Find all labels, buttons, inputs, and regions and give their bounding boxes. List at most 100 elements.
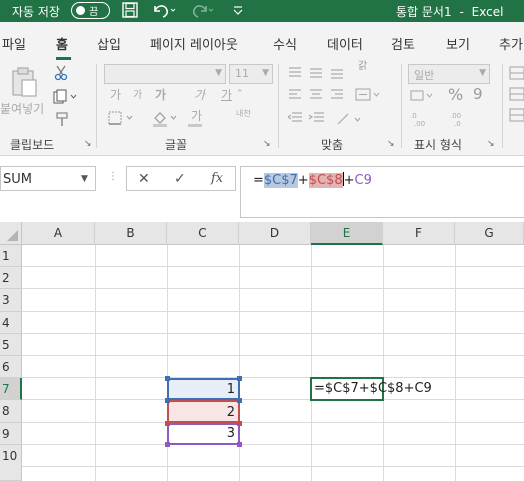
tab-data[interactable]: 데이터 (327, 34, 363, 53)
cell-c8[interactable]: 2 (167, 400, 240, 423)
alignment-launcher-icon[interactable]: ↘ (387, 139, 395, 149)
column-header-f[interactable]: F (383, 222, 455, 245)
increase-decimal-icon[interactable]: .0.00.00.0 (409, 111, 479, 132)
row-header-6[interactable]: 6 (0, 356, 22, 378)
tab-page-layout[interactable]: 페이지 레이아웃 (150, 34, 238, 53)
column-header-d[interactable]: D (239, 222, 311, 245)
cancel-icon[interactable]: ✕ (138, 171, 150, 187)
merge-center-icon[interactable] (355, 87, 383, 106)
cell-c9[interactable]: 3 (167, 423, 240, 445)
worksheet-grid: A B C D E F G 1 2 3 4 5 6 7 8 9 10 1 2 3… (0, 222, 524, 481)
grow-font-button[interactable]: 가 (110, 89, 121, 101)
ribbon: 붙여넣기 클립보드 ↘ ▼ 11 ▼ 가 가 가 가 가 ⌃ 가 내천 글꼴 ↘… (0, 60, 524, 156)
customize-icon[interactable] (232, 1, 244, 23)
grid-line (22, 377, 524, 378)
tab-view[interactable]: 보기 (446, 34, 470, 53)
tab-formulas[interactable]: 수식 (273, 34, 297, 53)
grid-line (22, 466, 524, 467)
range-handle[interactable] (165, 398, 170, 403)
borders-icon[interactable] (107, 110, 135, 129)
name-box[interactable]: SUM ▼ (0, 166, 96, 191)
grid-line (22, 288, 524, 289)
autosave-toggle[interactable]: 끔 (71, 2, 110, 19)
range-handle[interactable] (165, 376, 170, 381)
comma-style-icon[interactable]: 9 (473, 87, 483, 102)
toggle-knob (76, 5, 85, 15)
bold-button[interactable]: 가 (155, 89, 166, 101)
drag-handle-icon[interactable]: ⋮ (108, 171, 118, 182)
column-header-g[interactable]: G (455, 222, 524, 245)
row-header-4[interactable]: 4 (0, 312, 22, 334)
enter-icon[interactable]: ✓ (174, 171, 186, 187)
cell-c7[interactable]: 1 (167, 378, 240, 400)
row-header-1[interactable]: 1 (0, 245, 22, 267)
conditional-format-icon[interactable] (509, 66, 524, 129)
window-title: 통합 문서1 - Excel (396, 3, 503, 20)
number-launcher-icon[interactable]: ↘ (487, 139, 495, 149)
paste-icon[interactable] (10, 66, 40, 101)
range-handle[interactable] (237, 376, 242, 381)
clipboard-launcher-icon[interactable]: ↘ (84, 139, 92, 149)
shrink-font-button[interactable]: 가 (133, 91, 142, 101)
clipboard-group-label: 클립보드 (10, 138, 55, 152)
insert-function-icon[interactable]: fx (211, 171, 223, 186)
column-header-b[interactable]: B (95, 222, 167, 245)
ribbon-separator (502, 64, 503, 148)
percent-icon[interactable]: % (448, 87, 463, 103)
row-header-10[interactable]: 10 (0, 445, 22, 481)
name-box-value: SUM (3, 172, 32, 187)
number-group-label: 표시 형식 (414, 138, 462, 152)
grid-line (311, 245, 312, 481)
range-handle[interactable] (165, 442, 170, 447)
grid-line (95, 245, 96, 481)
grid-line (22, 355, 524, 356)
row-header-8[interactable]: 8 (0, 400, 22, 423)
range-handle[interactable] (237, 421, 242, 426)
cell-e7-editing[interactable]: =$C$7+$C$8+C9 (310, 377, 432, 401)
column-header-e[interactable]: E (311, 222, 383, 245)
save-icon[interactable] (121, 1, 139, 23)
number-format-combo[interactable]: 일반 ▼ (408, 64, 490, 84)
tab-file[interactable]: 파일 (2, 34, 26, 53)
column-header-a[interactable]: A (22, 222, 95, 245)
accounting-format-icon[interactable] (410, 88, 434, 107)
tab-home[interactable]: 홈 (56, 34, 68, 53)
autosave-label: 자동 저장 (12, 5, 60, 19)
row-header-9[interactable]: 9 (0, 423, 22, 445)
align-top-icon[interactable] (288, 65, 358, 84)
undo-icon[interactable] (150, 1, 176, 23)
range-handle[interactable] (237, 398, 242, 403)
wrap-text-button[interactable]: 갉 (358, 62, 367, 72)
row-header-3[interactable]: 3 (0, 289, 22, 312)
phonetic-button[interactable]: 내천 (236, 110, 251, 118)
tab-insert[interactable]: 삽입 (97, 34, 121, 53)
underline-button[interactable]: 가 (221, 89, 232, 101)
range-handle[interactable] (237, 442, 242, 447)
row-header-2[interactable]: 2 (0, 267, 22, 289)
align-left-icon[interactable] (288, 87, 358, 106)
font-color-button[interactable]: 가 (191, 110, 202, 122)
row-header-7[interactable]: 7 (0, 378, 22, 400)
row-header-5[interactable]: 5 (0, 334, 22, 356)
column-header-c[interactable]: C (167, 222, 239, 245)
formula-ref-1: $C$7 (263, 173, 298, 188)
formula-input[interactable]: =$C$7+$C$8+C9 (240, 166, 524, 218)
tab-review[interactable]: 검토 (391, 34, 415, 53)
tab-addins[interactable]: 추가 (499, 34, 523, 53)
title-separator: - (459, 5, 464, 19)
font-launcher-icon[interactable]: ↘ (263, 139, 271, 149)
font-size-combo[interactable]: 11 ▼ (229, 64, 273, 84)
ribbon-separator (278, 64, 279, 148)
grid-line (22, 422, 524, 423)
font-group-label: 글꼴 (165, 138, 188, 152)
range-handle[interactable] (165, 421, 170, 426)
cut-icon (54, 65, 68, 84)
font-name-combo[interactable]: ▼ (104, 64, 226, 84)
fill-color-icon[interactable] (151, 110, 179, 131)
ribbon-separator (96, 64, 97, 148)
grid-line (383, 245, 384, 481)
indent-icon[interactable] (286, 110, 368, 131)
paste-label[interactable]: 붙여넣기 (0, 100, 44, 117)
italic-button[interactable]: 가 (194, 89, 205, 101)
select-all-button[interactable] (0, 222, 22, 245)
